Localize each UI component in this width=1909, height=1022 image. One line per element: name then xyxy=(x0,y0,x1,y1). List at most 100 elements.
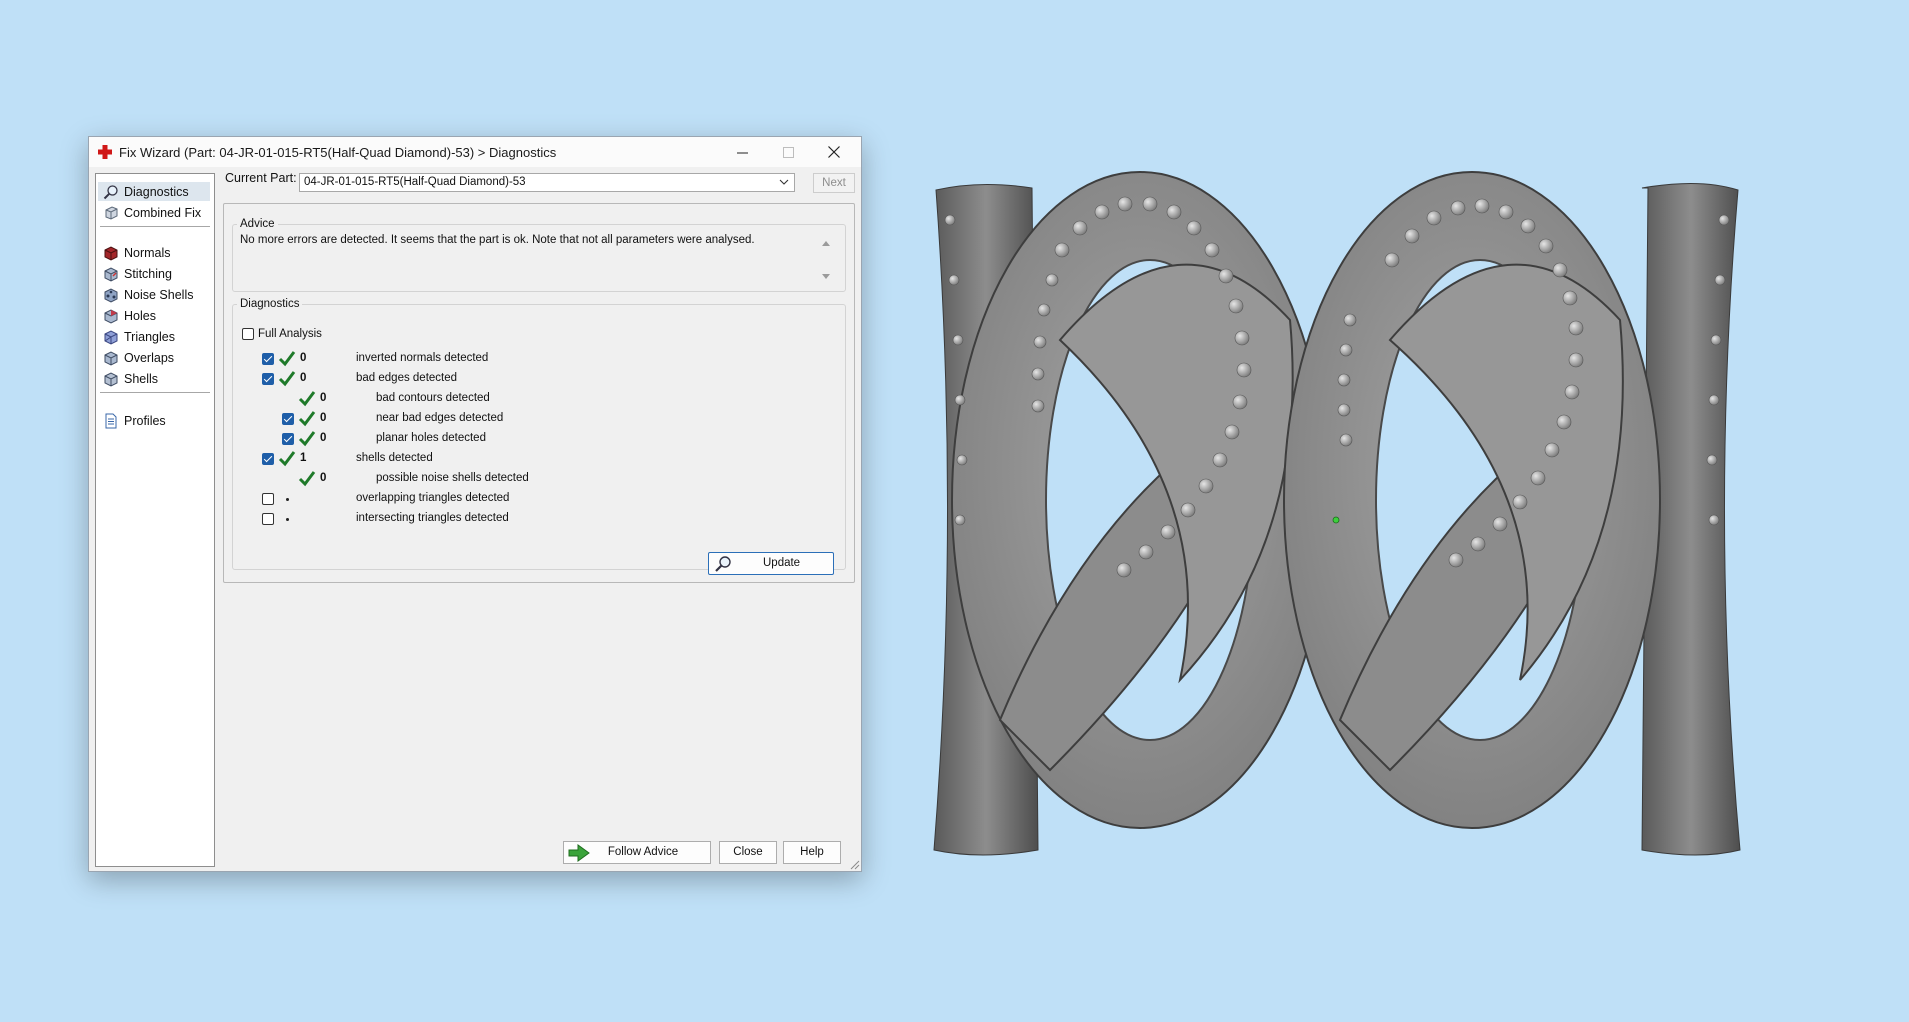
nav-item-stitching[interactable]: Stitching xyxy=(98,264,210,283)
nav-item-label: Triangles xyxy=(124,329,175,344)
diagnostics-content: Full Analysis 0 inverted normals detected… xyxy=(232,312,846,575)
noise-shells-cube-icon xyxy=(104,287,118,303)
magnifier-icon xyxy=(103,184,118,199)
diagnostic-row: 1 shells detected xyxy=(232,450,712,468)
diagnostic-checkbox[interactable] xyxy=(282,433,294,445)
diagnostic-count: 1 xyxy=(300,452,307,464)
nav-item-label: Profiles xyxy=(124,413,166,428)
ring-model xyxy=(933,171,1741,856)
current-part-dropdown[interactable]: 04-JR-01-015-RT5(Half-Quad Diamond)-53 xyxy=(299,173,795,192)
follow-advice-button[interactable]: Follow Advice xyxy=(563,841,711,864)
diagnostic-count: 0 xyxy=(320,392,327,404)
fix-wizard-dialog: Fix Wizard (Part: 04-JR-01-015-RT5(Half-… xyxy=(88,136,862,872)
green-check-icon xyxy=(298,430,316,451)
nav-item-diagnostics[interactable]: Diagnostics xyxy=(98,182,210,201)
diagnostic-count: 0 xyxy=(300,352,307,364)
maximize-icon xyxy=(782,146,794,158)
diagnostic-label: planar holes detected xyxy=(376,432,486,444)
wizard-navigation: Diagnostics Combined Fix Normals Stitchi… xyxy=(95,173,215,867)
nav-item-triangles[interactable]: Triangles xyxy=(98,327,210,346)
green-check-icon xyxy=(278,450,296,471)
green-check-icon xyxy=(298,470,316,491)
document-icon xyxy=(105,413,117,428)
diagnostic-row: 0 possible noise shells detected xyxy=(232,470,712,488)
full-analysis-label: Full Analysis xyxy=(258,328,322,340)
nav-divider xyxy=(100,392,210,393)
diagnostic-count: 0 xyxy=(320,472,327,484)
green-check-icon xyxy=(278,350,296,371)
diagnostic-checkbox[interactable] xyxy=(262,513,274,525)
diagnostic-row: 0 bad edges detected xyxy=(232,370,712,388)
diagnostic-label: intersecting triangles detected xyxy=(356,512,509,524)
model-viewport[interactable] xyxy=(920,160,1760,860)
nav-item-overlaps[interactable]: Overlaps xyxy=(98,348,210,367)
nav-item-holes[interactable]: Holes xyxy=(98,306,210,325)
close-window-button[interactable] xyxy=(811,137,857,167)
scroll-down-icon[interactable] xyxy=(820,272,832,282)
diagnostic-row: intersecting triangles detected xyxy=(232,510,712,528)
diagnostic-label: bad contours detected xyxy=(376,392,490,404)
next-button[interactable]: Next xyxy=(813,173,855,193)
current-part-value: 04-JR-01-015-RT5(Half-Quad Diamond)-53 xyxy=(304,176,526,188)
diagnostic-row: 0 bad contours detected xyxy=(232,390,712,408)
pending-dot-icon xyxy=(286,518,289,521)
current-part-label: Current Part: xyxy=(225,171,297,185)
holes-cube-icon xyxy=(104,308,118,324)
scroll-up-icon[interactable] xyxy=(820,238,832,248)
diagnostic-checkbox[interactable] xyxy=(262,453,274,465)
shells-cube-icon xyxy=(104,371,118,387)
diagnostic-row: 0 near bad edges detected xyxy=(232,410,712,428)
maximize-button[interactable] xyxy=(765,137,811,167)
nav-divider xyxy=(100,226,210,227)
follow-advice-label: Follow Advice xyxy=(607,846,679,858)
update-label: Update xyxy=(763,557,801,569)
diagnostic-checkbox[interactable] xyxy=(262,373,274,385)
nav-item-label: Overlaps xyxy=(124,350,175,365)
diagnostic-checkbox[interactable] xyxy=(262,493,274,505)
title-bar[interactable]: Fix Wizard (Part: 04-JR-01-015-RT5(Half-… xyxy=(89,137,861,167)
nav-item-shells[interactable]: Shells xyxy=(98,369,210,388)
diagnostic-count: 0 xyxy=(320,412,327,424)
stitching-cube-icon xyxy=(104,266,118,282)
resize-grip-icon[interactable] xyxy=(848,858,860,870)
update-button[interactable]: Update xyxy=(708,552,834,575)
diagnostic-row: overlapping triangles detected xyxy=(232,490,712,508)
diagnostic-label: possible noise shells detected xyxy=(376,472,529,484)
advice-text-box[interactable]: No more errors are detected. It seems th… xyxy=(234,228,840,284)
nav-item-label: Normals xyxy=(124,245,171,260)
green-arrow-icon xyxy=(568,844,590,862)
help-button[interactable]: Help xyxy=(783,841,841,864)
diagnostic-count: 0 xyxy=(320,432,327,444)
full-analysis-row[interactable]: Full Analysis xyxy=(242,328,322,340)
close-button[interactable]: Close xyxy=(719,841,777,864)
full-analysis-checkbox[interactable] xyxy=(242,328,254,340)
green-check-icon xyxy=(298,410,316,431)
diagnostic-label: bad edges detected xyxy=(356,372,458,384)
diagnostic-checkbox[interactable] xyxy=(262,353,274,365)
diagnostics-panel: Advice No more errors are detected. It s… xyxy=(223,203,855,583)
advice-area: No more errors are detected. It seems th… xyxy=(234,228,840,288)
magnifier-icon xyxy=(715,556,731,572)
advice-text: No more errors are detected. It seems th… xyxy=(240,234,755,246)
red-cross-app-icon xyxy=(98,145,112,159)
diagnostic-label: near bad edges detected xyxy=(376,412,504,424)
nav-item-profiles[interactable]: Profiles xyxy=(98,411,210,430)
diagnostic-checkbox[interactable] xyxy=(282,413,294,425)
nav-item-noise-shells[interactable]: Noise Shells xyxy=(98,285,210,304)
normals-cube-icon xyxy=(104,245,118,261)
minimize-button[interactable] xyxy=(719,137,765,167)
nav-item-combined-fix[interactable]: Combined Fix xyxy=(98,203,210,222)
nav-item-label: Noise Shells xyxy=(124,287,194,302)
diagnostic-label: shells detected xyxy=(356,452,433,464)
nav-item-normals[interactable]: Normals xyxy=(98,243,210,262)
window-title: Fix Wizard (Part: 04-JR-01-015-RT5(Half-… xyxy=(119,144,557,160)
minimize-icon xyxy=(736,152,748,153)
diagnostic-count: 0 xyxy=(300,372,307,384)
diagnostic-row: 0 planar holes detected xyxy=(232,430,712,448)
close-icon xyxy=(828,146,840,158)
nav-item-label: Shells xyxy=(124,371,159,386)
diagnostics-legend: Diagnostics xyxy=(240,298,300,310)
nav-item-label: Diagnostics xyxy=(124,184,189,199)
green-check-icon xyxy=(298,390,316,411)
diagnostic-label: inverted normals detected xyxy=(356,352,489,364)
